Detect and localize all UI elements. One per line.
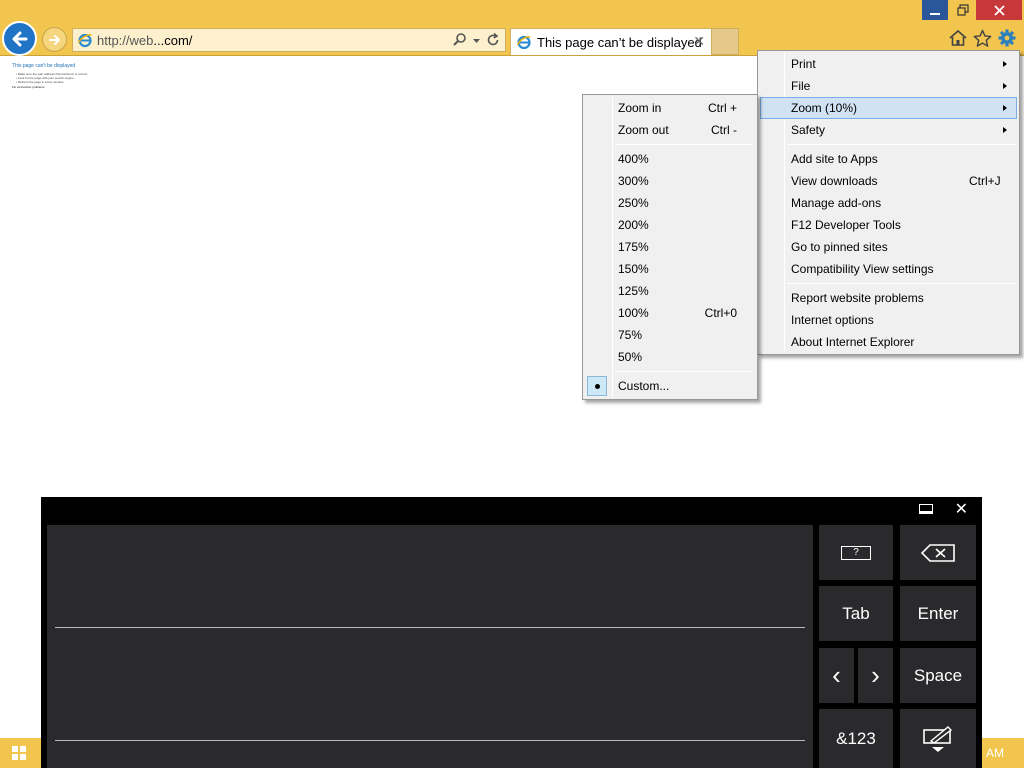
address-bar[interactable]: http://web...com/ <box>72 28 506 52</box>
menu-item-zoom-175[interactable]: 175% <box>585 236 755 258</box>
dock-icon[interactable] <box>919 504 933 514</box>
handwriting-guide-line <box>55 740 805 741</box>
fix-connection-button[interactable]: Fix connection problems <box>12 85 45 89</box>
key-enter[interactable]: Enter <box>900 586 976 641</box>
error-page-title: This page can't be displayed <box>12 63 76 69</box>
tab-close-icon[interactable]: ✕ <box>693 33 705 50</box>
tab-current[interactable]: This page can’t be displayed ✕ <box>510 28 712 55</box>
handwriting-guide-line <box>55 627 805 628</box>
menu-item-zoom-out[interactable]: Zoom out Ctrl - <box>585 119 755 141</box>
key-help[interactable]: ? <box>819 525 893 580</box>
close-icon <box>993 4 1005 16</box>
keyboard-close-icon[interactable]: ✕ <box>955 499 968 519</box>
menu-item-internet-options[interactable]: Internet options <box>760 309 1017 331</box>
forward-arrow-icon <box>48 34 60 45</box>
refresh-icon[interactable] <box>485 32 501 48</box>
menu-shortcut: Ctrl+0 <box>704 306 737 320</box>
key-symbols[interactable]: &123 <box>819 709 893 768</box>
tab-title: This page can’t be displayed <box>537 35 702 50</box>
taskbar-clock[interactable]: AM <box>986 746 1004 760</box>
minimize-button[interactable] <box>922 0 948 20</box>
back-arrow-icon <box>12 31 27 46</box>
backspace-icon <box>921 543 955 562</box>
menu-item-report-website-problems[interactable]: Report website problems <box>760 287 1017 309</box>
menu-item-zoom-75[interactable]: 75% <box>585 324 755 346</box>
submenu-arrow-icon <box>1003 105 1007 111</box>
menu-item-zoom-400[interactable]: 400% <box>585 148 755 170</box>
touch-keyboard: ✕ ? Tab Enter ‹ › Space &123 <box>41 497 982 768</box>
menu-item-file[interactable]: File <box>760 75 1017 97</box>
ie-logo-icon <box>77 33 92 48</box>
menu-item-add-site-to-apps[interactable]: Add site to Apps <box>760 148 1017 170</box>
favorites-star-icon[interactable] <box>973 29 992 48</box>
ie-logo-icon <box>516 35 531 50</box>
error-page-line: • Refresh the page in a few minutes. <box>16 80 65 84</box>
handwriting-panel[interactable] <box>47 525 813 768</box>
menu-item-safety[interactable]: Safety <box>760 119 1017 141</box>
submenu-arrow-icon <box>1003 61 1007 67</box>
menu-item-f12-developer-tools[interactable]: F12 Developer Tools <box>760 214 1017 236</box>
key-tab[interactable]: Tab <box>819 586 893 641</box>
browser-frame: http://web...com/ This page can’t be dis… <box>0 0 1024 56</box>
menu-item-zoom-150[interactable]: 150% <box>585 258 755 280</box>
menu-separator <box>615 144 753 145</box>
windows-logo-icon[interactable] <box>12 746 26 760</box>
key-right-arrow[interactable]: › <box>858 648 893 703</box>
dropdown-icon[interactable] <box>472 32 481 48</box>
menu-item-zoom-custom[interactable]: Custom... <box>585 375 755 397</box>
menu-item-zoom-125[interactable]: 125% <box>585 280 755 302</box>
restore-button[interactable] <box>950 0 976 20</box>
menu-item-compatibility-view-settings[interactable]: Compatibility View settings <box>760 258 1017 280</box>
handwriting-pen-icon <box>923 725 953 752</box>
tools-menu: Print File Zoom (10%) Safety Add site to… <box>757 50 1020 355</box>
tools-gear-icon[interactable] <box>997 28 1017 48</box>
minimize-icon <box>930 13 940 15</box>
zoom-submenu: Zoom in Ctrl + Zoom out Ctrl - 400% 300% 2… <box>582 94 758 400</box>
submenu-arrow-icon <box>1003 127 1007 133</box>
key-left-arrow[interactable]: ‹ <box>819 648 854 703</box>
new-tab-button[interactable] <box>712 28 739 55</box>
menu-shortcut: Ctrl+J <box>969 174 1001 188</box>
menu-item-zoom-300[interactable]: 300% <box>585 170 755 192</box>
close-button[interactable] <box>976 0 1022 20</box>
menu-item-manage-add-ons[interactable]: Manage add-ons <box>760 192 1017 214</box>
submenu-arrow-icon <box>1003 83 1007 89</box>
menu-item-zoom-50[interactable]: 50% <box>585 346 755 368</box>
home-icon[interactable] <box>948 29 968 47</box>
key-space[interactable]: Space <box>900 648 976 703</box>
checked-bullet-icon <box>587 376 607 396</box>
menu-separator <box>787 144 1015 145</box>
menu-shortcut: Ctrl - <box>711 123 737 137</box>
back-button[interactable] <box>2 21 37 56</box>
search-icon[interactable] <box>452 32 468 48</box>
menu-item-zoom-200[interactable]: 200% <box>585 214 755 236</box>
menu-item-zoom[interactable]: Zoom (10%) <box>760 97 1017 119</box>
menu-item-print[interactable]: Print <box>760 53 1017 75</box>
key-backspace[interactable] <box>900 525 976 580</box>
restore-icon <box>957 4 969 16</box>
key-keyboard-layout[interactable] <box>900 709 976 768</box>
forward-button[interactable] <box>42 27 67 52</box>
help-key-icon: ? <box>841 545 871 560</box>
menu-shortcut: Ctrl + <box>707 101 737 115</box>
menu-separator <box>787 283 1015 284</box>
menu-item-zoom-250[interactable]: 250% <box>585 192 755 214</box>
menu-item-zoom-100[interactable]: 100% Ctrl+0 <box>585 302 755 324</box>
menu-separator <box>615 371 753 372</box>
menu-item-about-internet-explorer[interactable]: About Internet Explorer <box>760 331 1017 353</box>
address-url[interactable]: http://web...com/ <box>97 33 192 48</box>
menu-item-zoom-in[interactable]: Zoom in Ctrl + <box>585 97 755 119</box>
menu-item-view-downloads[interactable]: View downloads Ctrl+J <box>760 170 1017 192</box>
menu-item-go-to-pinned-sites[interactable]: Go to pinned sites <box>760 236 1017 258</box>
